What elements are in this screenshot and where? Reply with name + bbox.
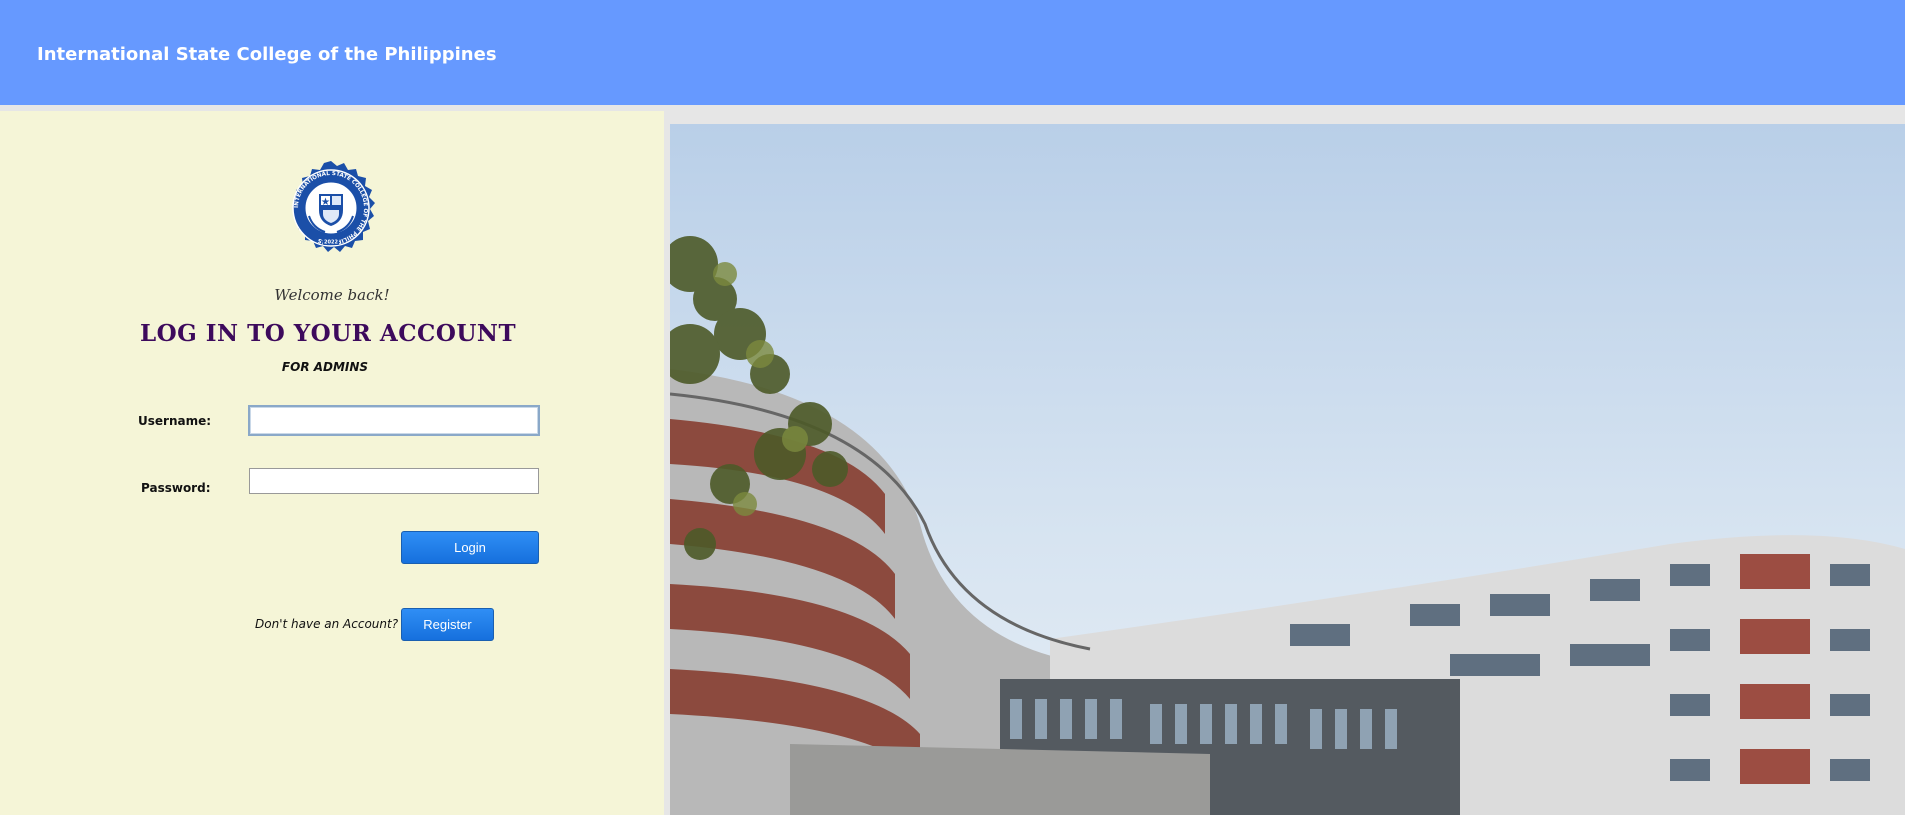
top-header-bar: International State College of the Phili…	[0, 0, 1905, 105]
register-button[interactable]: Register	[401, 608, 494, 641]
username-label: Username:	[138, 414, 212, 428]
seal-year: 2022	[324, 240, 338, 246]
login-button[interactable]: Login	[401, 531, 539, 564]
login-panel: INTERNATIONAL STATE COLLEGE OF THE PHILI…	[0, 111, 664, 815]
no-account-text: Don't have an Account?	[255, 617, 399, 631]
username-input[interactable]	[248, 405, 540, 436]
audience-subtitle: FOR ADMINS	[281, 360, 369, 374]
password-label: Password:	[141, 481, 211, 495]
app-title: International State College of the Phili…	[37, 44, 497, 65]
campus-building-photo	[670, 124, 1905, 815]
college-seal-logo: INTERNATIONAL STATE COLLEGE OF THE PHILI…	[292, 161, 375, 252]
welcome-text: Welcome back!	[274, 286, 390, 304]
login-heading: LOG IN TO YOUR ACCOUNT	[139, 320, 517, 347]
password-input[interactable]	[249, 468, 539, 494]
